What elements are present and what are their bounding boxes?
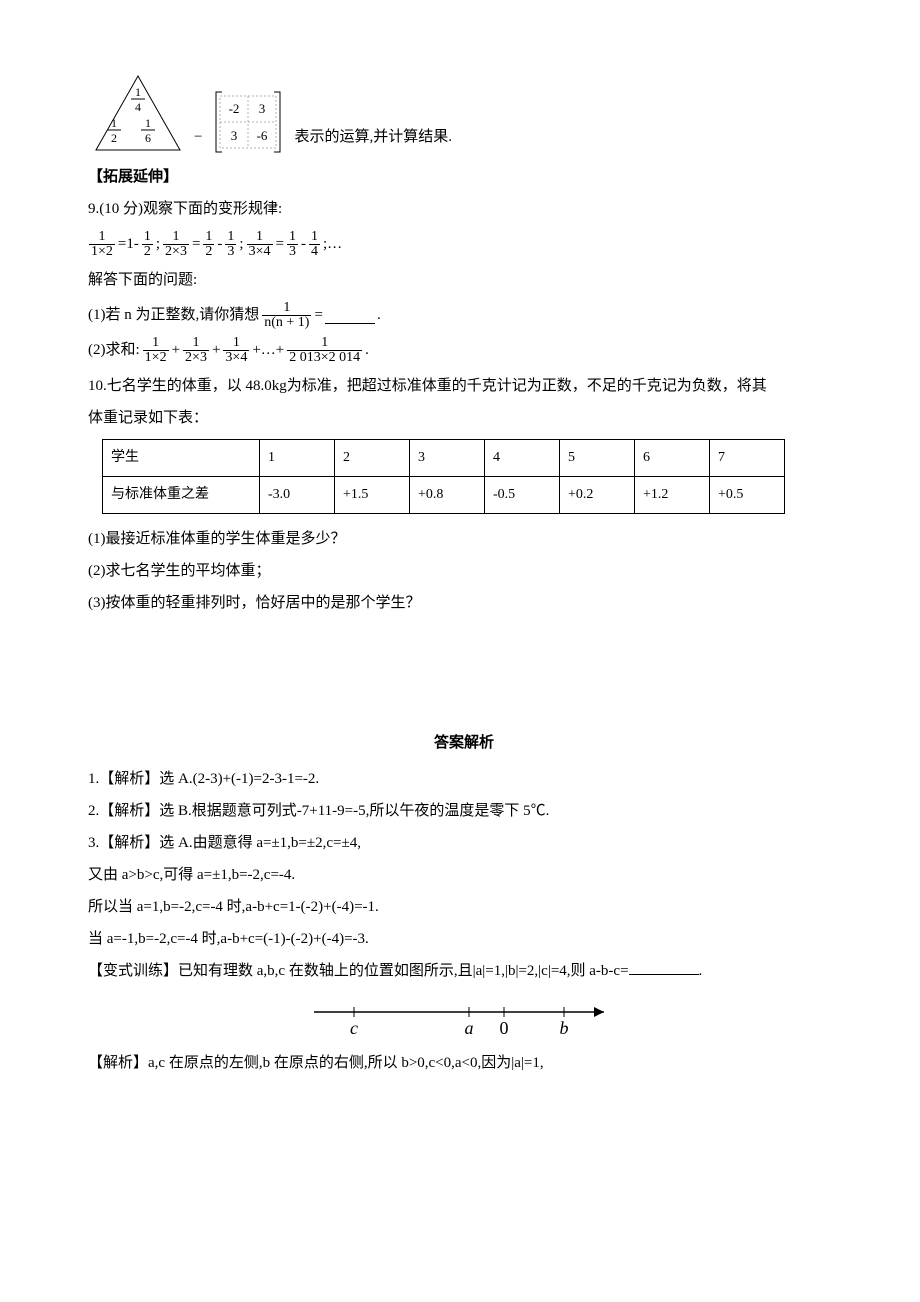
- q9-stem: 9.(10 分)观察下面的变形规律:: [88, 194, 840, 224]
- nl-c: c: [350, 1018, 358, 1038]
- br-r1c1: -2: [229, 101, 240, 116]
- answers-heading: 答案解析: [88, 728, 840, 758]
- table-row: 学生 1 2 3 4 5 6 7: [103, 440, 785, 477]
- cell-student-label: 学生: [103, 440, 260, 477]
- q10-p1: (1)最接近标准体重的学生体重是多少？: [88, 524, 840, 554]
- ans-3-l4: 当 a=-1,b=-2,c=-4 时,a-b+c=(-1)-(-2)+(-4)=…: [88, 924, 840, 954]
- q9-subintro: 解答下面的问题:: [88, 265, 840, 295]
- tri-right-num: 1: [145, 116, 151, 130]
- q9-part2: (2)求和: 11×2 + 12×3 + 13×4 +…+ 12 013×2 0…: [88, 336, 840, 365]
- page-root: 1 4 1 2 1 6 − -2 3 3 -6 表示的运算,并计: [0, 0, 920, 1302]
- ans-2: 2.【解析】选 B.根据题意可列式-7+11-9=-5,所以午夜的温度是零下 5…: [88, 796, 840, 826]
- q9-identities: 11×2 =1- 12 ; 12×3 = 12 - 13 ; 13×4 = 13…: [88, 230, 840, 259]
- ans-3-l3: 所以当 a=1,b=-2,c=-4 时,a-b+c=1-(-2)+(-4)=-1…: [88, 892, 840, 922]
- br-r1c2: 3: [259, 101, 266, 116]
- triangle-figure: 1 4 1 2 1 6: [88, 70, 188, 160]
- tri-left-num: 1: [111, 116, 117, 130]
- ans-3-l2: 又由 a>b>c,可得 a=±1,b=-2,c=-4.: [88, 860, 840, 890]
- tri-right-den: 6: [145, 131, 151, 145]
- tri-left-den: 2: [111, 131, 117, 145]
- bracket-figure: -2 3 3 -6: [208, 84, 288, 160]
- q10-p3: (3)按体重的轻重排列时，恰好居中的是那个学生？: [88, 588, 840, 618]
- tri-top-den: 4: [135, 100, 141, 114]
- nl-a: a: [465, 1018, 474, 1038]
- figure-caption: 表示的运算,并计算结果.: [294, 122, 452, 160]
- nl-zero: 0: [500, 1018, 509, 1038]
- variant-blank: [629, 959, 699, 975]
- cell-diff-label: 与标准体重之差: [103, 477, 260, 514]
- q9-p1-blank: [325, 308, 375, 324]
- q10-stem-l1: 10.七名学生的体重，以 48.0kg为标准，把超过标准体重的千克计记为正数，不…: [88, 371, 840, 401]
- section-extension: 【拓展延伸】: [88, 162, 840, 192]
- q10-stem-l2: 体重记录如下表：: [88, 403, 840, 433]
- variant-question: 【变式训练】已知有理数 a,b,c 在数轴上的位置如图所示,且|a|=1,|b|…: [88, 956, 840, 986]
- br-r2c1: 3: [231, 128, 238, 143]
- tri-top-num: 1: [135, 85, 141, 99]
- br-r2c2: -6: [257, 128, 268, 143]
- q9-part1: (1)若 n 为正整数,请你猜想 1n(n + 1) = .: [88, 301, 840, 330]
- ans-3-l1: 3.【解析】选 A.由题意得 a=±1,b=±2,c=±4,: [88, 828, 840, 858]
- nl-b: b: [560, 1018, 569, 1038]
- minus-sign: −: [194, 122, 202, 160]
- q10-p2: (2)求七名学生的平均体重；: [88, 556, 840, 586]
- table-row: 与标准体重之差 -3.0 +1.5 +0.8 -0.5 +0.2 +1.2 +0…: [103, 477, 785, 514]
- figure-row: 1 4 1 2 1 6 − -2 3 3 -6 表示的运算,并计: [88, 70, 840, 160]
- ans-variant: 【解析】a,c 在原点的左侧,b 在原点的右侧,所以 b>0,c<0,a<0,因…: [88, 1048, 840, 1078]
- numberline-figure: c a 0 b: [88, 992, 840, 1042]
- ans-1: 1.【解析】选 A.(2-3)+(-1)=2-3-1=-2.: [88, 764, 840, 794]
- q10-table: 学生 1 2 3 4 5 6 7 与标准体重之差 -3.0 +1.5 +0.8 …: [102, 439, 785, 514]
